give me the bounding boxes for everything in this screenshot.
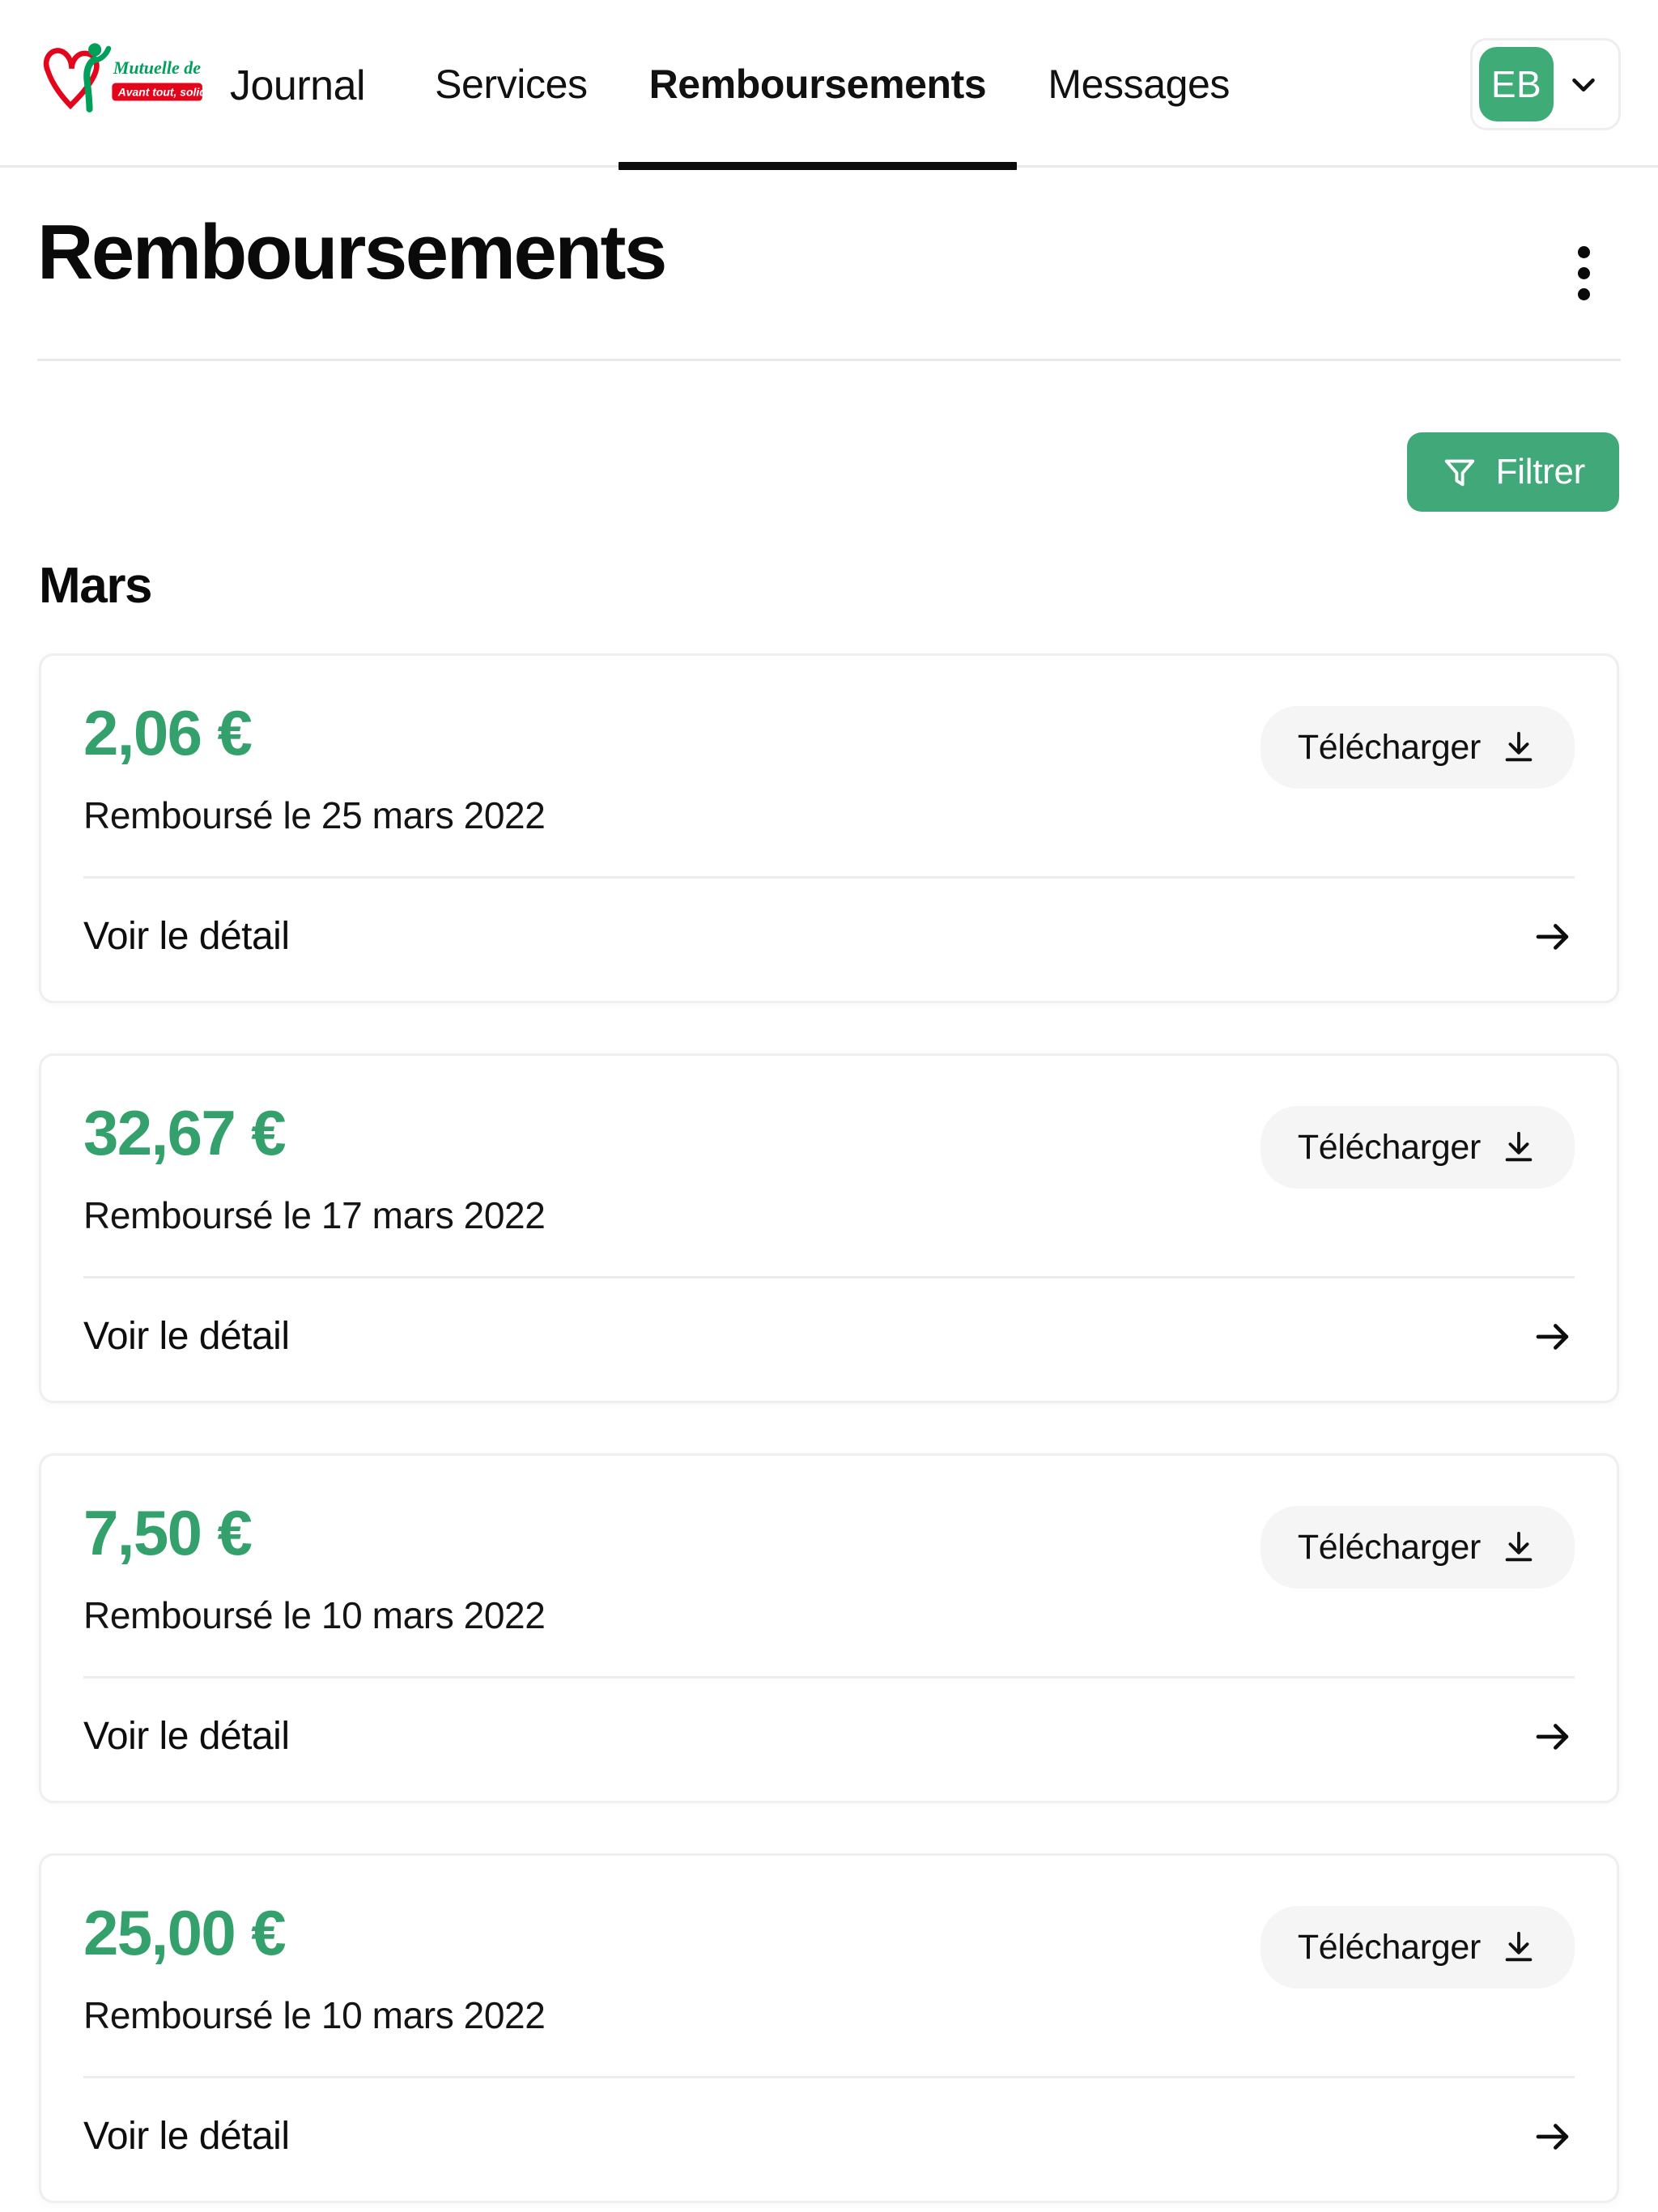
download-icon: [1505, 1531, 1533, 1562]
refund-card-summary: 32,67 € Remboursé le 17 mars 2022: [83, 1097, 546, 1237]
refund-card-summary: 25,00 € Remboursé le 10 mars 2022: [83, 1897, 546, 2037]
download-button-label: Télécharger: [1297, 1927, 1481, 1967]
download-button[interactable]: Télécharger: [1260, 1106, 1575, 1189]
refund-date: Remboursé le 17 mars 2022: [83, 1194, 546, 1236]
kebab-dot: [1578, 246, 1590, 258]
arrow-right-icon: [1536, 2123, 1569, 2150]
view-detail-row[interactable]: Voir le détail: [83, 2078, 1575, 2201]
arrow-right-icon: [1536, 923, 1569, 950]
month-heading: Mars: [39, 558, 153, 614]
download-icon: [1505, 731, 1533, 762]
download-button[interactable]: Télécharger: [1260, 706, 1575, 789]
refund-card[interactable]: 32,67 € Remboursé le 17 mars 2022 Téléch…: [39, 1053, 1619, 1403]
refund-card-top: 25,00 € Remboursé le 10 mars 2022 Téléch…: [83, 1901, 1575, 2037]
nav-item-label: Messages: [1048, 61, 1231, 107]
refund-card-summary: 7,50 € Remboursé le 10 mars 2022: [83, 1497, 546, 1637]
arrow-right-icon: [1536, 1323, 1569, 1350]
page-header: Remboursements: [0, 168, 1658, 317]
refunds-list: 2,06 € Remboursé le 25 mars 2022 Télécha…: [0, 615, 1658, 2203]
view-detail-label: Voir le détail: [83, 2115, 290, 2158]
kebab-menu-icon[interactable]: [1557, 230, 1611, 317]
main-navigation: Services Remboursements Messages: [404, 0, 1456, 170]
kebab-dot: [1578, 288, 1590, 300]
download-button-label: Télécharger: [1297, 1127, 1481, 1167]
view-detail-label: Voir le détail: [83, 1315, 290, 1358]
nav-item-label: Services: [435, 61, 588, 107]
filter-button[interactable]: Filtrer: [1406, 432, 1619, 512]
refund-card[interactable]: 2,06 € Remboursé le 25 mars 2022 Télécha…: [39, 653, 1619, 1003]
avatar-initials: EB: [1490, 62, 1542, 105]
view-detail-row[interactable]: Voir le détail: [83, 1278, 1575, 1401]
refund-amount: 32,67 €: [83, 1097, 287, 1168]
app-name-label: Journal: [230, 62, 366, 109]
download-button[interactable]: Télécharger: [1260, 1906, 1575, 1989]
refund-card[interactable]: 25,00 € Remboursé le 10 mars 2022 Téléch…: [39, 1853, 1619, 2203]
download-button[interactable]: Télécharger: [1260, 1506, 1575, 1589]
account-menu-button[interactable]: EB: [1470, 37, 1621, 130]
download-icon: [1505, 1131, 1533, 1162]
view-detail-row[interactable]: Voir le détail: [83, 878, 1575, 1001]
chevron-down-icon: [1572, 78, 1595, 91]
kebab-dot: [1578, 267, 1590, 279]
refund-card-top: 32,67 € Remboursé le 17 mars 2022 Téléch…: [83, 1101, 1575, 1237]
svg-text:Mutuelle de: Mutuelle de: [113, 57, 201, 77]
mutuelle-de-france-unie-logo-icon: Mutuelle de x Avant tout, solidaire !: [43, 42, 215, 113]
download-button-label: Télécharger: [1297, 727, 1481, 767]
refund-amount: 25,00 €: [83, 1897, 287, 1968]
toolbar: Filtrer: [0, 361, 1658, 512]
refund-date: Remboursé le 10 mars 2022: [83, 1594, 546, 1636]
refund-card-top: 2,06 € Remboursé le 25 mars 2022 Télécha…: [83, 701, 1575, 837]
svg-text:Avant tout, solidaire !: Avant tout, solidaire !: [117, 85, 215, 98]
brand-area[interactable]: Mutuelle de x Avant tout, solidaire ! Jo…: [0, 0, 366, 168]
filter-button-label: Filtrer: [1495, 452, 1586, 491]
view-detail-label: Voir le détail: [83, 915, 290, 958]
nav-item-services[interactable]: Services: [404, 0, 619, 168]
avatar: EB: [1479, 46, 1554, 121]
nav-item-remboursements[interactable]: Remboursements: [618, 0, 1018, 170]
funnel-icon: [1444, 459, 1474, 487]
nav-item-label: Remboursements: [648, 61, 987, 107]
refund-card-top: 7,50 € Remboursé le 10 mars 2022 Télécha…: [83, 1501, 1575, 1637]
refund-card-summary: 2,06 € Remboursé le 25 mars 2022: [83, 697, 546, 837]
page-title: Remboursements: [37, 209, 667, 296]
refund-card[interactable]: 7,50 € Remboursé le 10 mars 2022 Télécha…: [39, 1453, 1619, 1803]
refund-date: Remboursé le 25 mars 2022: [83, 794, 546, 836]
view-detail-row[interactable]: Voir le détail: [83, 1678, 1575, 1801]
nav-item-messages[interactable]: Messages: [1017, 0, 1261, 168]
download-button-label: Télécharger: [1297, 1527, 1481, 1567]
app-header: Mutuelle de x Avant tout, solidaire ! Jo…: [0, 0, 1658, 170]
refund-amount: 7,50 €: [83, 1497, 253, 1568]
view-detail-label: Voir le détail: [83, 1715, 290, 1758]
refund-date: Remboursé le 10 mars 2022: [83, 1994, 546, 2036]
header-right-area: EB: [1456, 0, 1658, 168]
arrow-right-icon: [1536, 1723, 1569, 1750]
refund-amount: 2,06 €: [83, 697, 253, 768]
download-icon: [1505, 1931, 1533, 1962]
